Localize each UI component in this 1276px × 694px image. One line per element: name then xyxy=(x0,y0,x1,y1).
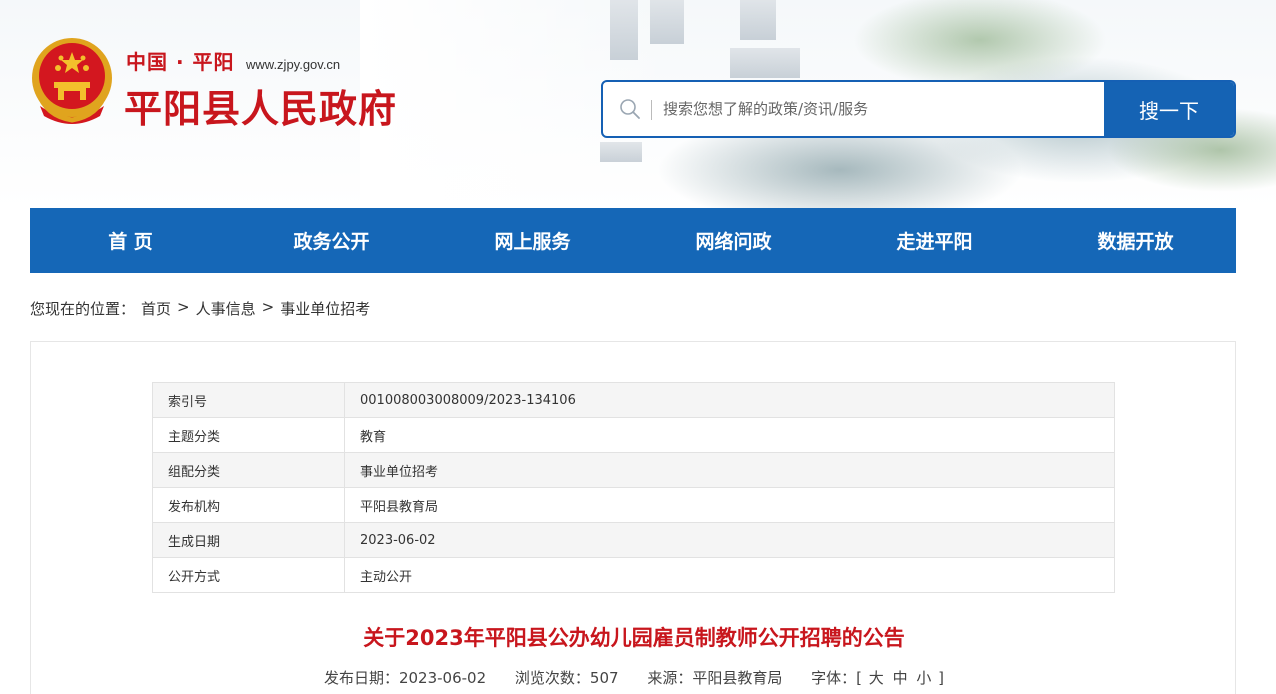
table-row: 公开方式 主动公开 xyxy=(152,557,1115,593)
breadcrumb-prefix: 您现在的位置： xyxy=(30,300,136,318)
search-icon xyxy=(620,99,640,119)
table-value: 平阳县教育局 xyxy=(344,487,1115,523)
font-size-large-link[interactable]: 大 xyxy=(869,669,884,687)
table-value: 2023-06-02 xyxy=(344,522,1115,558)
site-title[interactable]: 平阳县人民政府 xyxy=(124,78,397,133)
search-button[interactable]: 搜一下 xyxy=(1104,82,1234,136)
nav-item-online-inquiry[interactable]: 网络问政 xyxy=(633,208,834,273)
nav-item-online-services[interactable]: 网上服务 xyxy=(432,208,633,273)
font-size-small-link[interactable]: 小 xyxy=(916,669,931,687)
table-value: 教育 xyxy=(344,417,1115,453)
search-divider xyxy=(651,100,652,120)
search-bar: 搜一下 xyxy=(601,80,1236,138)
breadcrumb-item-personnel[interactable]: 人事信息 xyxy=(196,298,256,319)
building-shape xyxy=(650,0,684,44)
table-row: 主题分类 教育 xyxy=(152,417,1115,453)
table-key: 主题分类 xyxy=(152,417,345,453)
breadcrumb: 您现在的位置： 首页 > 人事信息 > 事业单位招考 xyxy=(30,298,370,319)
info-table: 索引号 001008003008009/2023-134106 主题分类 教育 … xyxy=(152,382,1115,593)
nav-item-about-pingyang[interactable]: 走进平阳 xyxy=(834,208,1035,273)
building-shape xyxy=(730,48,800,78)
font-size-control: 字体：[ 大 中 小 ] xyxy=(811,669,944,687)
table-value: 事业单位招考 xyxy=(344,452,1115,488)
article-source: 来源：平阳县教育局 xyxy=(647,669,783,687)
table-key: 公开方式 xyxy=(152,557,345,593)
article-info: 发布日期：2023-06-02 浏览次数：507 来源：平阳县教育局 字体：[ … xyxy=(31,667,1237,688)
table-row: 发布机构 平阳县教育局 xyxy=(152,487,1115,523)
publish-date: 发布日期：2023-06-02 xyxy=(323,669,487,687)
pavilion-shape xyxy=(600,142,642,162)
table-row: 组配分类 事业单位招考 xyxy=(152,452,1115,488)
header-banner: 中国 · 平阳 www.zjpy.gov.cn 平阳县人民政府 搜一下 xyxy=(0,0,1276,208)
font-size-close-bracket: ] xyxy=(938,669,945,687)
article-title: 关于2023年平阳县公办幼儿园雇员制教师公开招聘的公告 xyxy=(363,626,905,650)
table-key: 生成日期 xyxy=(152,522,345,558)
building-shape xyxy=(740,0,776,40)
breadcrumb-item-recruitment[interactable]: 事业单位招考 xyxy=(280,298,370,319)
table-key: 索引号 xyxy=(152,382,345,418)
table-key: 组配分类 xyxy=(152,452,345,488)
font-size-label: 字体：[ xyxy=(811,669,862,687)
breadcrumb-separator: > xyxy=(177,298,190,316)
brand-subtitle: 中国 · 平阳 xyxy=(126,50,235,74)
nav-item-government-affairs[interactable]: 政务公开 xyxy=(231,208,432,273)
building-shape xyxy=(610,0,638,60)
table-row: 索引号 001008003008009/2023-134106 xyxy=(152,382,1115,418)
breadcrumb-item-home[interactable]: 首页 xyxy=(141,298,171,319)
brand-url: www.zjpy.gov.cn xyxy=(246,57,341,72)
table-key: 发布机构 xyxy=(152,487,345,523)
view-count: 浏览次数：507 xyxy=(514,669,619,687)
main-nav: 首 页 政务公开 网上服务 网络问政 走进平阳 数据开放 xyxy=(30,208,1236,273)
table-value: 001008003008009/2023-134106 xyxy=(344,382,1115,418)
breadcrumb-separator: > xyxy=(261,298,275,316)
search-input[interactable] xyxy=(663,94,1093,124)
font-size-medium-link[interactable]: 中 xyxy=(893,669,908,687)
nav-item-open-data[interactable]: 数据开放 xyxy=(1035,208,1236,273)
table-row: 生成日期 2023-06-02 xyxy=(152,522,1115,558)
table-value: 主动公开 xyxy=(344,557,1115,593)
content-panel: 索引号 001008003008009/2023-134106 主题分类 教育 … xyxy=(30,341,1236,694)
nav-item-home[interactable]: 首 页 xyxy=(30,208,231,273)
national-emblem-icon xyxy=(32,38,112,124)
